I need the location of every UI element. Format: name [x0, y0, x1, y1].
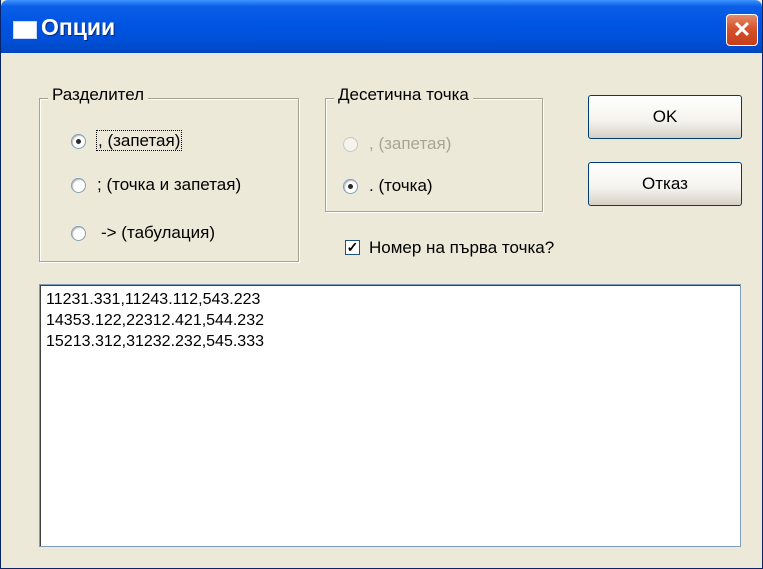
close-icon: ✕	[732, 17, 752, 42]
decimal-comma-radio: , (запетая)	[343, 134, 523, 158]
separator-semicolon-label: ; (точка и запетая)	[97, 175, 242, 194]
separator-comma-label: , (запетая)	[95, 130, 183, 151]
cancel-button[interactable]: Отказ	[588, 162, 742, 206]
ok-button[interactable]: OK	[588, 95, 742, 139]
radio-icon	[71, 178, 86, 193]
decimal-point-radio[interactable]: . (точка)	[343, 176, 523, 200]
radio-checked-icon	[71, 134, 86, 149]
window-title: Опции	[41, 14, 116, 40]
output-line: 11231.331,11243.112,543.223	[46, 291, 261, 308]
separator-tab-radio[interactable]: -> (табулация)	[71, 223, 271, 247]
separator-tab-label: -> (табулация)	[101, 223, 215, 242]
decimal-legend: Десетична точка	[334, 85, 473, 105]
first-point-number-label: Номер на първа точка?	[369, 238, 555, 257]
separator-group: Разделител , (запетая) ; (точка и запета…	[39, 85, 299, 262]
first-point-number-checkbox[interactable]: ✓ Номер на първа точка?	[345, 238, 625, 262]
radio-icon	[71, 226, 86, 241]
close-button[interactable]: ✕	[726, 14, 758, 46]
checkmark-icon: ✓	[346, 239, 359, 255]
checkbox-box: ✓	[345, 239, 360, 255]
decimal-point-label: . (точка)	[369, 176, 433, 195]
radio-checked-icon	[343, 179, 358, 194]
decimal-group: Десетична точка , (запетая) . (точка)	[325, 85, 543, 212]
separator-legend: Разделител	[48, 85, 149, 105]
output-textarea[interactable]: 11231.331,11243.112,543.223 14353.122,22…	[39, 284, 741, 547]
radio-disabled-icon	[343, 137, 358, 152]
options-dialog: Опции ✕ Разделител , (запетая) ; (точка …	[0, 0, 763, 569]
output-line: 15213.312,31232.232,545.333	[46, 333, 264, 350]
window-icon	[13, 21, 37, 39]
separator-comma-radio[interactable]: , (запетая)	[71, 130, 271, 155]
title-bar[interactable]: Опции ✕	[1, 0, 762, 53]
output-line: 14353.122,22312.421,544.232	[46, 312, 264, 329]
separator-semicolon-radio[interactable]: ; (точка и запетая)	[71, 175, 291, 199]
decimal-comma-label: , (запетая)	[369, 134, 452, 153]
